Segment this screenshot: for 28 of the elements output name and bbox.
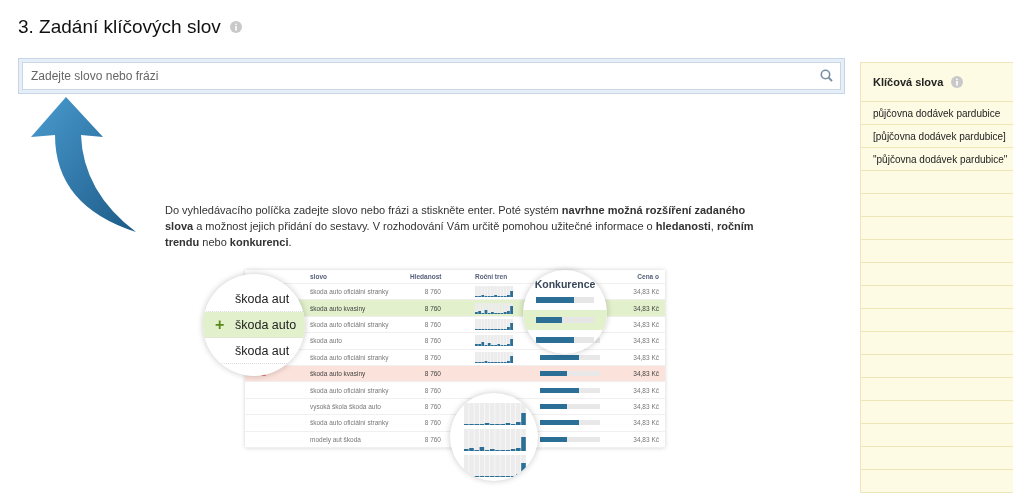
section-title: 3. Zadání klíčových slov — [18, 16, 221, 38]
competition-bar — [536, 337, 594, 343]
arrow-icon — [31, 97, 136, 232]
magnified-keyword: škoda aut — [235, 343, 290, 358]
trend-sparkline — [475, 286, 513, 298]
magnified-keyword: škoda auto — [235, 317, 297, 332]
competition-bar — [540, 354, 600, 360]
competition-bar — [540, 387, 600, 393]
competition-bar — [540, 371, 600, 377]
competition-bar — [540, 403, 600, 409]
search-icon[interactable] — [820, 69, 833, 82]
keyword-item[interactable]: půjčovna dodávek pardubice — [873, 108, 1001, 119]
competition-bar — [536, 297, 594, 303]
info-icon[interactable] — [229, 21, 242, 33]
instructions-text: Do vyhledávacího políčka zadejte slovo nebo frázi a stiskněte enter. Poté systém navrhne možná rozšíření zadaného slova a možnost jejich přidání do sestavy. V rozhodování Vám určitě pomohou užitečné informace o hledanosti, ročním trendu nebo konkurenci. — [165, 203, 755, 250]
competition-bar — [540, 436, 600, 442]
magnified-keyword: škoda aut — [235, 291, 290, 306]
keyword-item[interactable]: [půjčovna dodávek pardubice] — [873, 131, 1006, 142]
panel-title: Klíčová slova — [873, 76, 944, 88]
keyword-item[interactable]: "půjčovna dodávek pardubice" — [873, 154, 1008, 165]
magnified-column-title: Konkurence — [534, 278, 596, 290]
competition-bar — [536, 317, 594, 323]
search-field[interactable]: Zadejte slovo nebo frázi — [22, 62, 841, 90]
competition-bar — [540, 420, 600, 426]
info-icon[interactable] — [951, 76, 964, 88]
trend-sparkline — [475, 335, 513, 347]
trend-sparkline — [475, 351, 513, 363]
trend-sparkline — [475, 318, 513, 330]
